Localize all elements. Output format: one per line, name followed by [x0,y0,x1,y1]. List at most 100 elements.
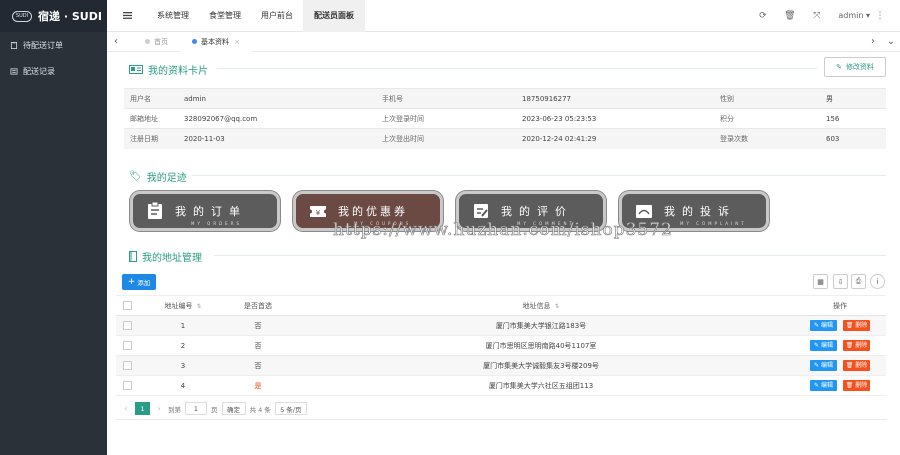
sidebar-item-delivery-records[interactable]: 配送记录 [0,58,107,84]
edit-label: 编辑 [820,382,833,389]
profile-key: 邮箱地址 [124,108,178,129]
add-address-button[interactable]: + 添加 [122,274,156,290]
delete-button[interactable]: 🗑 删除 [843,380,870,391]
goto-confirm-button[interactable]: 确定 [221,402,246,415]
profile-row: 用户名 admin 手机号 18750916277 性别 男 [124,88,886,109]
delete-label: 删除 [855,342,868,349]
table-row: 3 否 厦门市集美大学诚毅集友3号楼209号 ✎ 编辑 🗑 删除 [116,355,886,376]
tab-profile[interactable]: 基本资料 × [180,31,252,52]
profile-key: 性别 [714,88,820,109]
edit-button[interactable]: ✎ 编辑 [810,380,837,391]
profile-value: 2020-11-03 [178,128,376,149]
col-header-default: 是否首选 [228,295,288,316]
page-size-select[interactable]: 5 条/页 [274,402,307,415]
footprint-title: 我的足迹 [146,173,187,184]
tab-dot [145,39,150,44]
cell-id: 2 [138,335,228,356]
tab-dot [192,39,197,44]
cell-id: 4 [138,375,228,396]
profile-title: 我的资料卡片 [148,66,208,77]
trash-icon[interactable]: 🗑 [776,0,803,32]
hamburger-icon [122,12,132,19]
fullscreen-icon[interactable]: ⤧ [803,0,830,32]
address-section-title: 我的地址管理 [129,249,202,264]
menu-toggle-button[interactable] [107,0,147,32]
edit-button[interactable]: ✎ 编辑 [810,360,837,371]
header-label: 是否首选 [244,301,272,310]
brand-logo[interactable]: SUDI 宿递 · SUDI [0,0,107,32]
edit-button[interactable]: ✎ 编辑 [810,320,837,331]
profile-key: 上次登录时间 [376,108,516,129]
cell-info: 厦门市思明区思明南路40号1107室 [288,335,794,356]
info-icon[interactable]: i [870,274,885,289]
row-select-cell [116,335,138,356]
pagination: ‹ 1 › 到第 1 页 确定 共 4 条 5 条/页 [121,402,307,415]
tab-scroll-left-icon[interactable]: ‹ [107,36,125,47]
delete-button[interactable]: 🗑 删除 [843,320,870,331]
user-menu[interactable]: admin ▾ [830,11,870,20]
row-select-cell [116,375,138,396]
edit-profile-button[interactable]: ✎ 修改资料 [824,57,886,77]
tab-dropdown-icon[interactable]: ⌄ [882,36,900,47]
foot-label: 我的优惠券 [338,205,408,218]
row-checkbox[interactable] [122,321,132,330]
divider [116,419,886,420]
edit-icon: ✎ [836,63,842,71]
tab-home[interactable]: 首页 [133,32,180,52]
foot-label: 我的投诉 [664,205,736,218]
profile-value: admin [178,88,376,109]
nav-canteen[interactable]: 食堂管理 [199,0,251,32]
divider [217,68,817,69]
divider [214,255,886,256]
profile-value: 156 [820,108,886,129]
tab-scroll-right-icon[interactable]: › [864,36,882,47]
refresh-icon[interactable]: ⟳ [749,0,776,32]
profile-row: 邮箱地址 328092067@qq.com 上次登录时间 2023-06-23 … [124,108,886,129]
table-row: 2 否 厦门市思明区思明南路40号1107室 ✎ 编辑 🗑 删除 [116,335,886,356]
columns-icon[interactable]: ▦ [813,274,828,289]
print-icon[interactable]: ⎙ [851,274,866,289]
my-orders-button[interactable]: 我的订单 MY ORDERS [130,191,280,231]
cell-default: 否 [228,315,288,336]
tab-close-icon[interactable]: × [234,38,240,46]
tab-label: 基本资料 [201,37,229,46]
profile-value: 2023-06-23 05:23:53 [516,108,714,129]
more-icon[interactable]: ⋮ [870,0,890,32]
next-page-icon[interactable]: › [154,404,164,413]
profile-key: 手机号 [376,88,516,109]
cell-ops: ✎ 编辑 🗑 删除 [794,375,886,396]
sidebar: SUDI 宿递 · SUDI 待配送订单 配送记录 [0,0,107,455]
address-table: 地址编号 ⇅ 是否首选 地址信息 ⇅ 操作 1 否 厦门市集美大学银江路183号 ✎… [116,295,886,396]
edit-button[interactable]: ✎ 编辑 [810,340,837,351]
foot-label: 我的评价 [501,205,573,218]
profile-section-title: 我的资料卡片 [129,62,208,77]
select-all-checkbox[interactable] [122,301,132,310]
sidebar-item-label: 待配送订单 [23,40,63,50]
nav-system[interactable]: 系统管理 [147,0,199,32]
col-header-info[interactable]: 地址信息 ⇅ [288,295,794,316]
divider [192,175,886,176]
svg-text:¥: ¥ [316,209,321,217]
cell-ops: ✎ 编辑 🗑 删除 [794,315,886,336]
sidebar-item-pending-orders[interactable]: 待配送订单 [0,32,107,58]
export-icon[interactable]: ⇩ [833,274,848,289]
cell-id: 1 [138,315,228,336]
user-name: admin [838,11,864,20]
prev-page-icon[interactable]: ‹ [121,404,131,413]
goto-prefix: 到第 [168,405,181,414]
row-checkbox[interactable] [122,381,132,390]
row-checkbox[interactable] [122,341,132,350]
col-header-id[interactable]: 地址编号 ⇅ [138,295,228,316]
nav-courier-panel[interactable]: 配送员面板 [303,0,365,32]
cell-default: 是 [228,375,288,396]
add-label: 添加 [137,279,151,287]
delete-button[interactable]: 🗑 删除 [843,340,870,351]
delete-button[interactable]: 🗑 删除 [843,360,870,371]
nav-user-front[interactable]: 用户前台 [251,0,303,32]
row-checkbox[interactable] [122,361,132,370]
goto-page-input[interactable]: 1 [185,402,207,415]
header-label: 地址编号 [164,301,193,310]
delete-label: 删除 [855,382,868,389]
sidebar-item-label: 配送记录 [23,66,55,76]
current-page[interactable]: 1 [135,402,150,415]
